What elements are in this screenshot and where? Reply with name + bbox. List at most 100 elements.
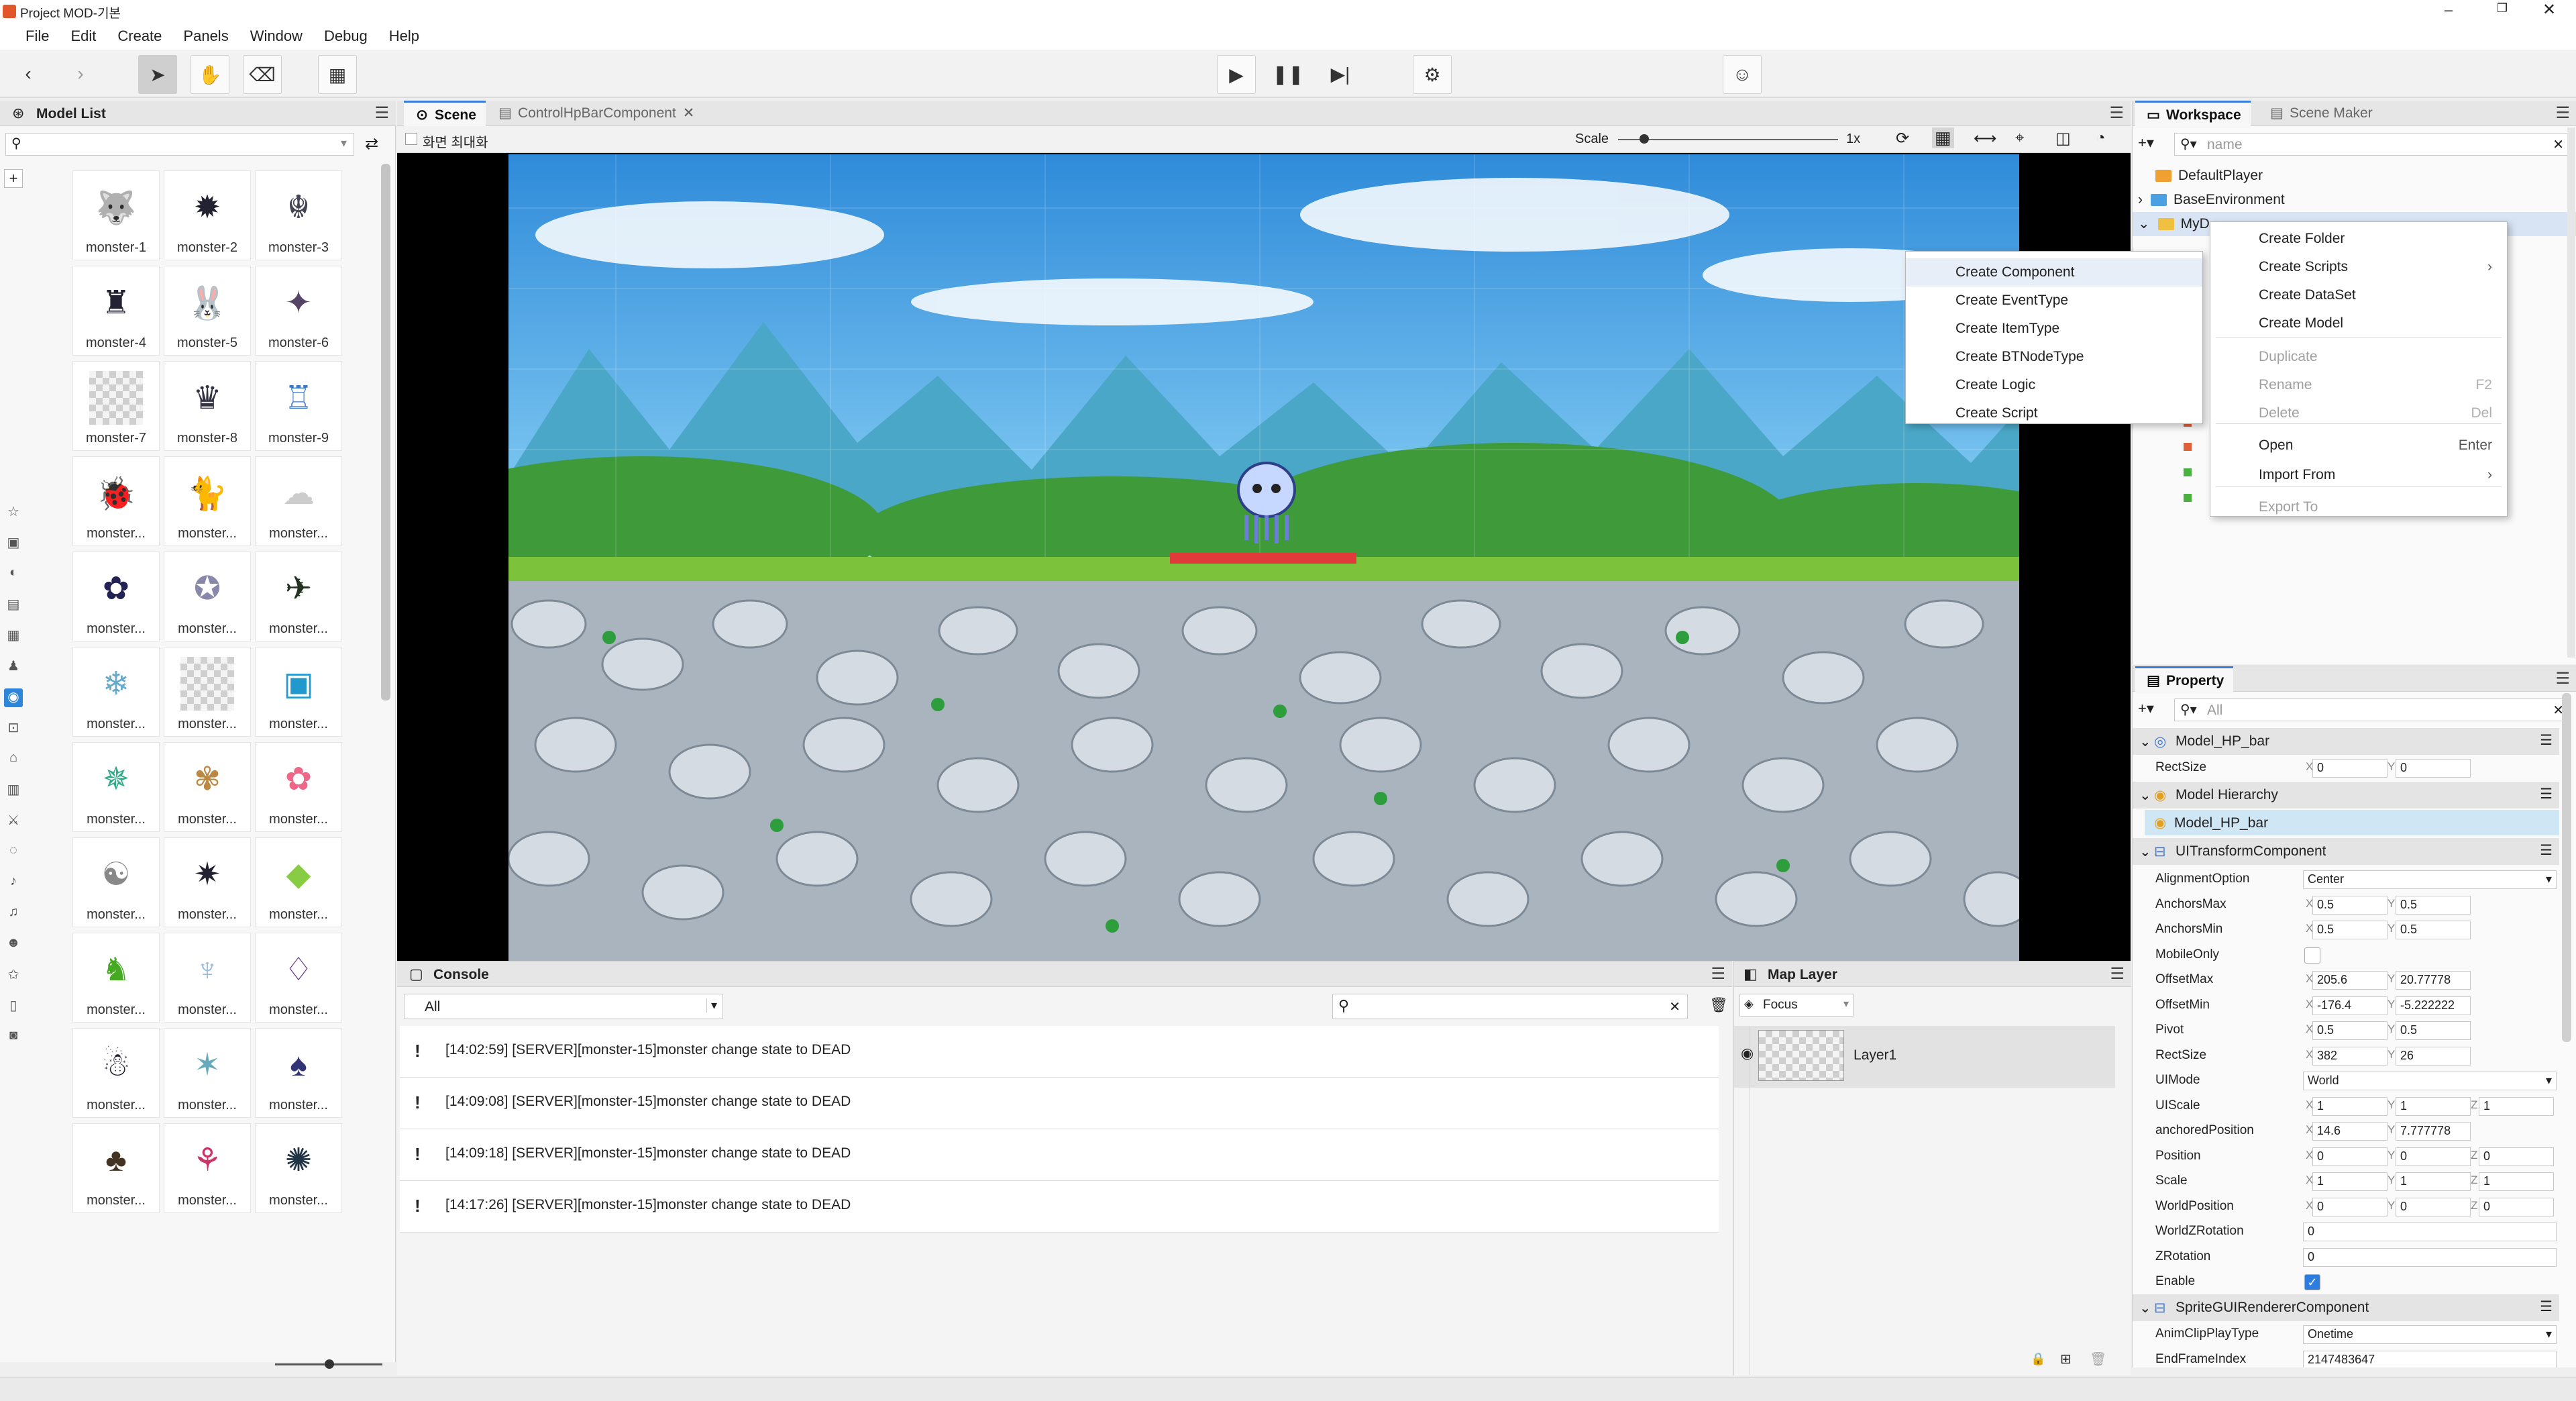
submenu-item[interactable]: Create Script (1906, 399, 2202, 427)
favorite-icon[interactable]: ☆ (4, 503, 23, 522)
model-item[interactable]: ♣ monster... (72, 1123, 160, 1213)
close-tab-icon[interactable]: ✕ (683, 105, 695, 121)
property-z-field[interactable]: 1 (2479, 1096, 2554, 1116)
property-y-field[interactable]: 20.77778 (2396, 971, 2471, 990)
model-item[interactable]: ✈ monster... (255, 552, 342, 641)
property-y-field[interactable]: 0.5 (2396, 895, 2471, 915)
play-icon[interactable]: ▶ (1217, 55, 1256, 94)
menu-window[interactable]: Window (239, 23, 313, 50)
log-row[interactable]: ! [14:09:08] [SERVER][monster-15]monster … (400, 1078, 1719, 1129)
close-window-icon[interactable]: ✕ (2529, 0, 2569, 20)
minimize-icon[interactable]: – (2428, 1, 2469, 21)
pause-icon[interactable]: ❚❚ (1269, 55, 1307, 93)
console-menu-icon[interactable]: ☰ (1711, 962, 1725, 987)
chevron-right-icon[interactable]: › (2138, 192, 2143, 207)
restore-icon[interactable]: ❐ (2482, 1, 2522, 21)
model-item[interactable]: ✦ monster-6 (255, 266, 342, 356)
map-layer-menu-icon[interactable]: ☰ (2110, 962, 2125, 987)
chevron-down-icon[interactable]: ▾ (2546, 1326, 2552, 1342)
palette-icon[interactable]: ◐ (4, 565, 23, 584)
property-x-field[interactable]: 1 (2312, 1096, 2387, 1116)
tab-workspace[interactable]: ▭ Workspace (2135, 101, 2251, 128)
model-item[interactable]: 🐰 monster-5 (164, 266, 251, 356)
hierarchy-section[interactable]: ⌄ ◉ Model Hierarchy ☰ (2133, 782, 2559, 809)
property-z-field[interactable]: 0 (2479, 1147, 2554, 1166)
chevron-down-icon[interactable]: ▾ (341, 136, 347, 150)
model-item[interactable]: ♖ monster-9 (255, 361, 342, 451)
model-item[interactable]: ✷ monster... (164, 837, 251, 927)
submenu-item[interactable]: Create BTNodeType (1906, 343, 2202, 371)
user-sync-icon[interactable]: ☺ (1723, 55, 1762, 94)
menu-help[interactable]: Help (378, 23, 430, 50)
workspace-scrollbar[interactable] (2567, 127, 2575, 658)
submenu-item[interactable]: Create EventType (1906, 287, 2202, 315)
model-item[interactable]: 🐞 monster... (72, 456, 160, 546)
tree-item-baseenvironment[interactable]: › BaseEnvironment (2138, 188, 2285, 212)
portal-icon[interactable]: ⌂ (4, 750, 23, 769)
property-checkbox[interactable]: ✓ (2304, 1274, 2320, 1290)
property-y-field[interactable]: 0 (2396, 1147, 2471, 1166)
scale-slider-handle[interactable] (1640, 134, 1650, 144)
location-icon[interactable]: ⌖ (2015, 129, 2025, 148)
property-z-field[interactable]: 0 (2479, 1197, 2554, 1216)
fit-width-icon[interactable]: ⟷ (1974, 129, 1996, 148)
workspace-search-input[interactable]: ⚲▾ name ✕ (2174, 133, 2570, 156)
model-item[interactable]: ✿ monster... (255, 742, 342, 832)
delete-layer-icon[interactable]: 🗑 (2090, 1351, 2106, 1367)
menu-file[interactable]: File (15, 23, 60, 50)
avatar-icon[interactable]: ☻ (4, 935, 23, 954)
property-z-field[interactable]: 1 (2479, 1172, 2554, 1191)
model-list-menu-icon[interactable]: ☰ (374, 101, 389, 126)
music-icon[interactable]: ♫ (4, 904, 23, 923)
context-item[interactable]: Create DataSet (2210, 281, 2507, 309)
maximize-checkbox[interactable] (405, 133, 417, 145)
property-y-field[interactable]: 0.5 (2396, 1021, 2471, 1040)
property-y-field[interactable]: -5.222222 (2396, 996, 2471, 1015)
console-filter-select[interactable]: All ▾ (404, 994, 723, 1019)
chevron-down-icon[interactable]: ⌄ (2139, 787, 2151, 804)
debug-icon[interactable]: ⚙ (1413, 55, 1452, 94)
property-checkbox[interactable] (2304, 947, 2320, 964)
model-item[interactable]: ✾ monster... (164, 742, 251, 832)
image-icon[interactable]: ▣ (4, 534, 23, 553)
model-item[interactable]: ♜ monster-4 (72, 266, 160, 356)
model-item[interactable]: 🐈 monster... (164, 456, 251, 546)
tab-controlhpbarcomponent[interactable]: ▤ ControlHpBarComponent ✕ (487, 101, 704, 126)
model-item[interactable]: ✵ monster... (72, 742, 160, 832)
monster-icon[interactable]: ◉ (4, 688, 23, 707)
eraser-tool-icon[interactable]: ⌫ (243, 55, 282, 94)
property-x-field[interactable]: 14.6 (2312, 1122, 2387, 1141)
hierarchy-item[interactable]: ◉ Model_HP_bar (2145, 810, 2559, 835)
camera-icon[interactable]: ◙ (4, 1028, 23, 1047)
chevron-down-icon[interactable]: ▾ (706, 998, 717, 1013)
star-icon[interactable]: ✩ (4, 966, 23, 985)
model-item[interactable]: ♛ monster-8 (164, 361, 251, 451)
hp-bar[interactable] (1170, 553, 1356, 564)
thumbnail-size-handle[interactable] (325, 1359, 334, 1369)
uitransform-section[interactable]: ⌄ ⊟ UITransformComponent ☰ (2133, 838, 2559, 865)
picture-icon[interactable]: ▤ (4, 596, 23, 615)
scene-menu-icon[interactable]: ☰ (2109, 101, 2124, 126)
model-item[interactable]: 🐺 monster-1 (72, 170, 160, 260)
property-y-field[interactable]: 7.777778 (2396, 1122, 2471, 1141)
property-search-input[interactable]: ⚲▾ All ✕ (2174, 698, 2570, 721)
lock-icon[interactable]: 🔒 (2031, 1352, 2045, 1366)
context-item[interactable]: Open Enter (2210, 431, 2507, 460)
model-item[interactable]: ◆ monster... (255, 837, 342, 927)
tree-item-defaultplayer[interactable]: DefaultPlayer (2155, 164, 2263, 188)
model-item[interactable]: ♠ monster... (255, 1028, 342, 1118)
model-item[interactable]: monster-7 (72, 361, 160, 451)
property-y-field[interactable]: 1 (2396, 1096, 2471, 1116)
model-list-scrollbar[interactable] (381, 164, 390, 701)
section-menu-icon[interactable]: ☰ (2540, 732, 2553, 749)
property-x-field[interactable]: 0.5 (2312, 1021, 2387, 1040)
section-menu-icon[interactable]: ☰ (2540, 1298, 2553, 1315)
property-x-field[interactable]: 382 (2312, 1046, 2387, 1066)
property-value-field[interactable]: 2147483647 (2303, 1350, 2557, 1367)
property-x-field[interactable]: 0.5 (2312, 895, 2387, 915)
clear-search-icon[interactable]: ✕ (2553, 136, 2564, 153)
model-item[interactable]: ♆ monster... (164, 933, 251, 1023)
chevron-down-icon[interactable]: ⌄ (2139, 843, 2151, 860)
chevron-down-icon[interactable]: ⌄ (2139, 733, 2151, 750)
model-item[interactable]: monster... (164, 647, 251, 737)
